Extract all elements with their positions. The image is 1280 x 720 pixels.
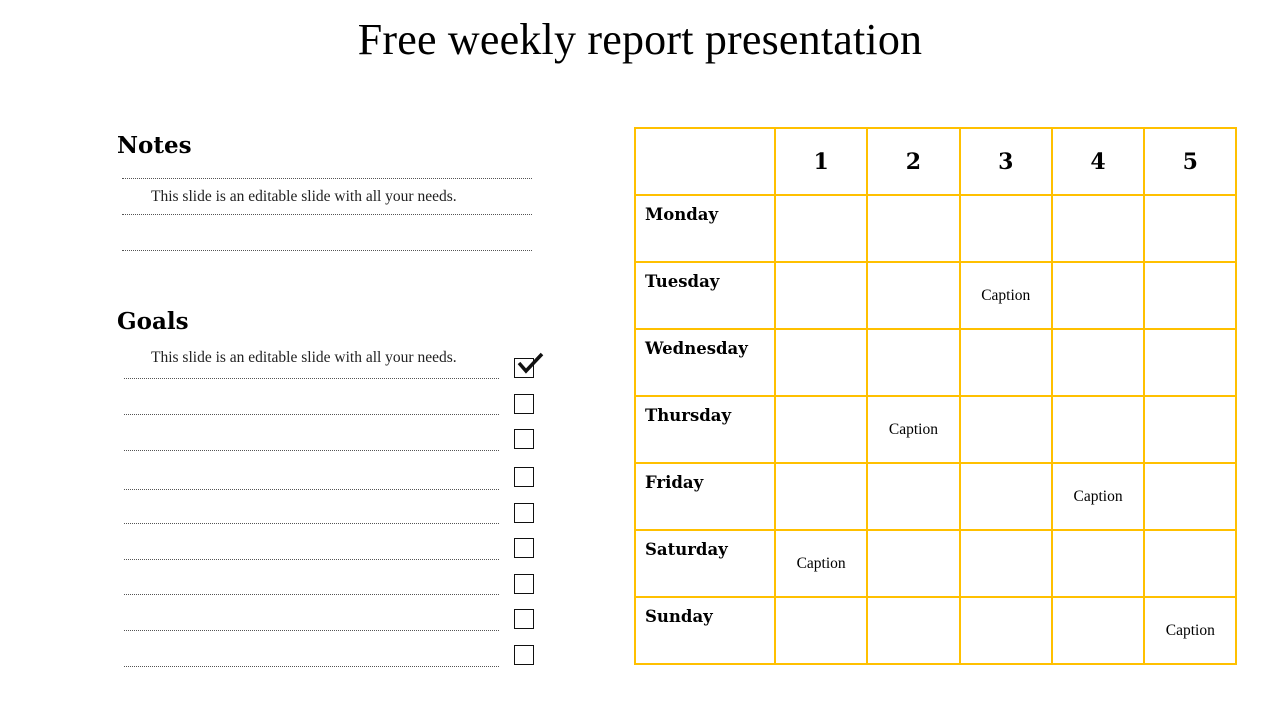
- schedule-cell[interactable]: [958, 462, 1053, 531]
- schedule-cell[interactable]: [1143, 194, 1238, 263]
- schedule-cell[interactable]: [958, 328, 1053, 397]
- day-label: Thursday: [634, 395, 776, 464]
- schedule-cell[interactable]: [1050, 328, 1146, 397]
- schedule-cell[interactable]: [1143, 261, 1238, 330]
- day-label: Tuesday: [634, 261, 776, 330]
- column-header: 4: [1050, 127, 1146, 196]
- day-label: Saturday: [634, 529, 776, 598]
- goals-intro-text[interactable]: This slide is an editable slide with all…: [151, 349, 457, 367]
- schedule-cell[interactable]: Caption: [866, 395, 961, 464]
- schedule-cell[interactable]: Caption: [1143, 596, 1238, 665]
- goal-checkbox[interactable]: [514, 352, 544, 378]
- notes-divider: [122, 250, 532, 251]
- goal-line[interactable]: [124, 414, 499, 415]
- schedule-cell[interactable]: [773, 194, 869, 263]
- notes-divider: [122, 178, 532, 179]
- table-row: Wednesday: [634, 328, 1238, 397]
- goals-heading: Goals: [117, 308, 189, 335]
- day-label: Wednesday: [634, 328, 776, 397]
- day-label: Monday: [634, 194, 776, 263]
- goal-checkbox[interactable]: [514, 645, 534, 665]
- schedule-cell[interactable]: Caption: [958, 261, 1053, 330]
- goal-checkbox[interactable]: [514, 394, 534, 414]
- schedule-cell[interactable]: [1050, 395, 1146, 464]
- schedule-cell[interactable]: [866, 596, 961, 665]
- goal-line[interactable]: [124, 523, 499, 524]
- notes-divider: [122, 214, 532, 215]
- table-row: Saturday Caption: [634, 529, 1238, 598]
- schedule-cell[interactable]: [773, 328, 869, 397]
- notes-line-1[interactable]: This slide is an editable slide with all…: [151, 188, 457, 206]
- table-row: Friday Caption: [634, 462, 1238, 531]
- goal-line[interactable]: [124, 630, 499, 631]
- schedule-cell[interactable]: [958, 596, 1053, 665]
- goal-line[interactable]: [124, 594, 499, 595]
- table-row: Tuesday Caption: [634, 261, 1238, 330]
- goal-checkbox[interactable]: [514, 467, 534, 487]
- goal-checkbox[interactable]: [514, 429, 534, 449]
- goal-line[interactable]: [124, 559, 499, 560]
- schedule-cell[interactable]: [1050, 529, 1146, 598]
- schedule-cell[interactable]: [1143, 529, 1238, 598]
- checkmark-icon: [517, 352, 544, 374]
- schedule-cell[interactable]: [958, 529, 1053, 598]
- schedule-cell[interactable]: Caption: [1050, 462, 1146, 531]
- notes-heading: Notes: [117, 132, 192, 159]
- goal-line[interactable]: [124, 450, 499, 451]
- goal-line[interactable]: [124, 666, 499, 667]
- goal-checkbox[interactable]: [514, 609, 534, 629]
- goal-checkbox[interactable]: [514, 574, 534, 594]
- schedule-cell[interactable]: [958, 194, 1053, 263]
- table-header-row: 1 2 3 4 5: [634, 127, 1238, 196]
- schedule-cell[interactable]: [866, 261, 961, 330]
- schedule-cell[interactable]: [1143, 462, 1238, 531]
- schedule-cell[interactable]: [1143, 328, 1238, 397]
- schedule-cell[interactable]: Caption: [773, 529, 869, 598]
- goal-line[interactable]: [124, 489, 499, 490]
- goal-line[interactable]: [124, 378, 499, 379]
- page-title: Free weekly report presentation: [357, 15, 923, 64]
- schedule-cell[interactable]: [773, 462, 869, 531]
- corner-cell: [634, 127, 776, 196]
- column-header: 2: [866, 127, 961, 196]
- schedule-cell[interactable]: [1050, 261, 1146, 330]
- schedule-cell[interactable]: [866, 194, 961, 263]
- weekly-schedule-table: 1 2 3 4 5 Monday Tuesday Caption Wednesday T…: [634, 127, 1238, 665]
- table-row: Monday: [634, 194, 1238, 263]
- schedule-cell[interactable]: [1050, 194, 1146, 263]
- schedule-cell[interactable]: [866, 328, 961, 397]
- schedule-cell[interactable]: [773, 596, 869, 665]
- schedule-cell[interactable]: [1050, 596, 1146, 665]
- schedule-cell[interactable]: [958, 395, 1053, 464]
- schedule-cell[interactable]: [1143, 395, 1238, 464]
- day-label: Sunday: [634, 596, 776, 665]
- column-header: 3: [958, 127, 1053, 196]
- schedule-cell[interactable]: [773, 395, 869, 464]
- column-header: 1: [773, 127, 869, 196]
- table-row: Sunday Caption: [634, 596, 1238, 665]
- schedule-cell[interactable]: [866, 462, 961, 531]
- goal-checkbox[interactable]: [514, 538, 534, 558]
- goal-checkbox[interactable]: [514, 503, 534, 523]
- column-header: 5: [1143, 127, 1238, 196]
- schedule-cell[interactable]: [866, 529, 961, 598]
- day-label: Friday: [634, 462, 776, 531]
- schedule-cell[interactable]: [773, 261, 869, 330]
- table-row: Thursday Caption: [634, 395, 1238, 464]
